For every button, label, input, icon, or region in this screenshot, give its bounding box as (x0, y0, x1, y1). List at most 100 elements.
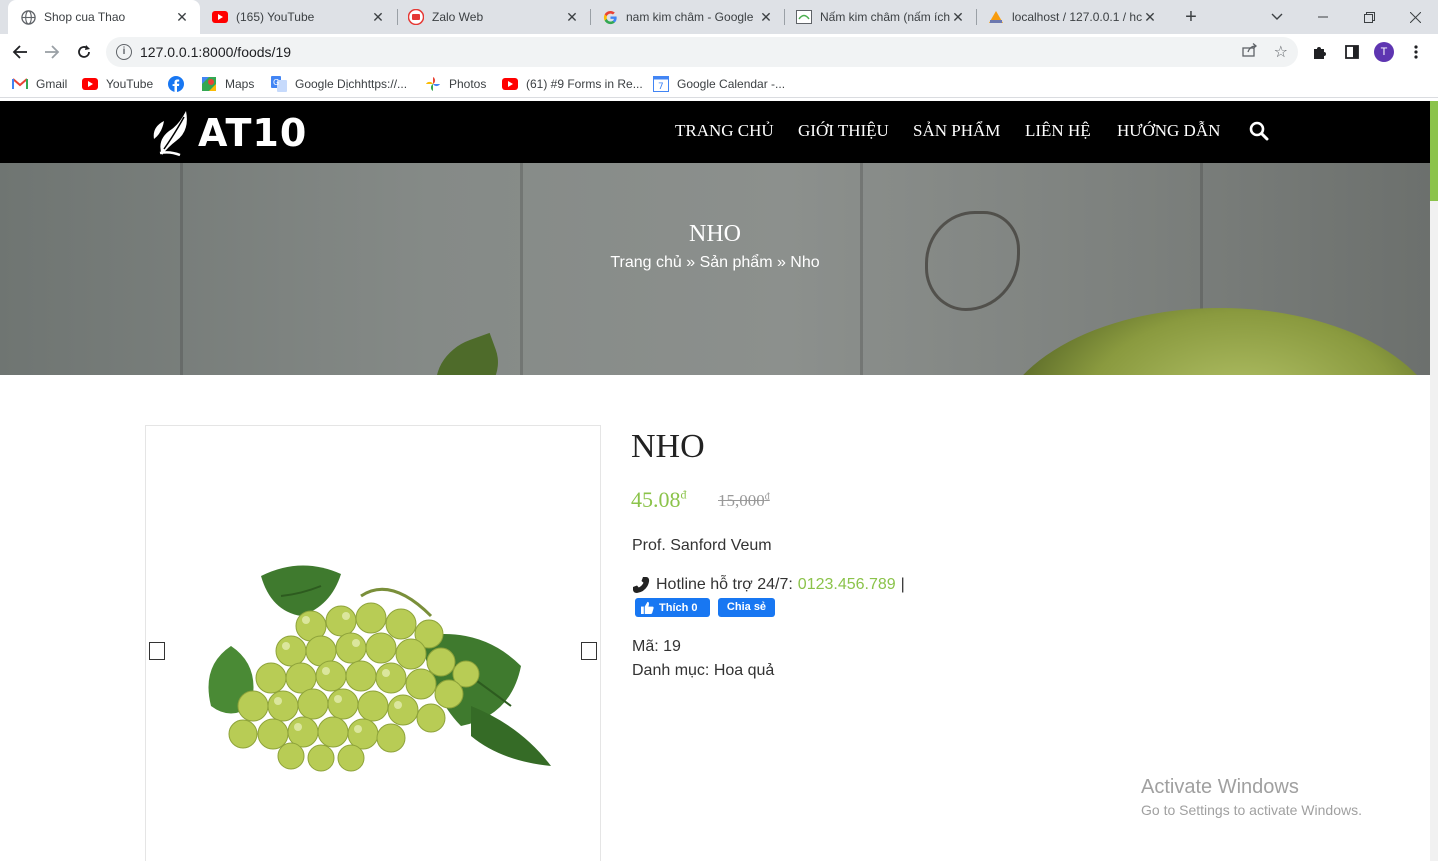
back-arrow-icon[interactable] (6, 38, 34, 66)
forward-arrow-icon[interactable] (38, 38, 66, 66)
address-bar[interactable]: i 127.0.0.1:8000/foods/19 ☆ (106, 37, 1298, 67)
grapes-product-image (208, 565, 551, 772)
browser-tab-bar: Shop cua Thao ✕ (165) YouTube ✕ Zalo Web… (0, 0, 1438, 34)
bookmark-label: Google Dịchhttps://... (295, 77, 408, 91)
restore-icon[interactable] (1346, 0, 1392, 34)
close-icon[interactable]: ✕ (564, 9, 580, 26)
product-author: Prof. Sanford Veum (632, 537, 772, 554)
phpmyadmin-icon (988, 9, 1004, 25)
nav-lien-he[interactable]: LIÊN HỆ (1025, 121, 1091, 141)
tab-nam-kim-cham[interactable]: Nấm kim châm (nấm ích ✕ (784, 0, 976, 34)
bookmark-label: Photos (449, 77, 487, 91)
mushroom-site-icon (796, 9, 812, 25)
minimize-icon[interactable] (1300, 0, 1346, 34)
close-icon[interactable]: ✕ (950, 9, 966, 26)
windows-activation-title: Activate Windows (1141, 776, 1299, 798)
price-value: 45.08 (631, 487, 681, 512)
hotline-number[interactable]: 0123.456.789 (798, 576, 896, 594)
svg-text:7: 7 (658, 82, 664, 92)
tab-search-chevron-icon[interactable] (1254, 0, 1300, 34)
hotline-label: Hotline hỗ trợ 24/7: (656, 576, 793, 593)
kebab-menu-icon[interactable] (1406, 42, 1426, 62)
tab-title: localhost / 127.0.0.1 / hc (1012, 10, 1142, 24)
bookmark-google-translate[interactable]: G Google Dịchhttps://... (271, 76, 407, 92)
nav-trang-chu[interactable]: TRANG CHỦ (675, 121, 774, 141)
share-icon[interactable] (1242, 43, 1258, 60)
bookmarks-bar: Gmail YouTube Maps G Google Dịchhttps://… (0, 70, 1438, 98)
extensions-puzzle-icon[interactable] (1310, 42, 1330, 62)
close-icon[interactable]: ✕ (1142, 9, 1158, 26)
nav-gioi-thieu[interactable]: GIỚI THIỆU (798, 121, 889, 141)
url-text[interactable]: 127.0.0.1:8000/foods/19 (140, 44, 291, 60)
google-icon (602, 9, 618, 25)
bookmark-label: (61) #9 Forms in Re... (526, 77, 643, 91)
bookmark-google-calendar[interactable]: 7 Google Calendar -... (653, 76, 785, 92)
search-icon[interactable] (1249, 121, 1269, 141)
bookmark-youtube[interactable]: YouTube (82, 76, 153, 92)
slider-next-button[interactable] (581, 642, 597, 660)
tab-title: (165) YouTube (236, 10, 315, 24)
product-code: Mã: 19 (632, 638, 681, 655)
bookmark-label: Gmail (36, 77, 68, 91)
globe-icon (20, 9, 36, 25)
product-name: NHO (631, 428, 705, 465)
browser-toolbar: i 127.0.0.1:8000/foods/19 ☆ T (0, 34, 1438, 70)
hotline: Hotline hỗ trợ 24/7: 0123.456.789 | (632, 576, 905, 594)
close-icon[interactable]: ✕ (758, 9, 774, 26)
bookmark-label: Maps (225, 77, 255, 91)
gmail-icon (12, 76, 28, 92)
product-category[interactable]: Danh mục: Hoa quả (632, 662, 774, 680)
maps-icon (201, 76, 217, 92)
logo-text: AT10 (198, 111, 308, 155)
facebook-icon (168, 76, 184, 92)
svg-text:G: G (273, 78, 279, 87)
tab-title: Zalo Web (432, 10, 484, 24)
tab-google-search[interactable]: nam kim châm - Google ✕ (590, 0, 784, 34)
bookmark-maps[interactable]: Maps (201, 76, 254, 92)
bookmark-forms-video[interactable]: (61) #9 Forms in Re... (502, 76, 643, 92)
close-icon[interactable]: ✕ (370, 9, 386, 26)
youtube-icon (502, 76, 518, 92)
hotline-separator: | (900, 576, 905, 593)
page-scrollbar[interactable] (1430, 201, 1438, 861)
phone-icon (633, 577, 650, 593)
tab-zalo-web[interactable]: Zalo Web ✕ (396, 0, 590, 34)
tab-phpmyadmin[interactable]: localhost / 127.0.0.1 / hc ✕ (976, 0, 1168, 34)
like-label: Thích 0 (659, 601, 698, 614)
tab-title: nam kim châm - Google (626, 10, 754, 24)
youtube-icon (212, 9, 228, 25)
leaf-logo-icon (153, 111, 187, 157)
product-old-price: 15,000đ (718, 491, 770, 511)
side-panel-icon[interactable] (1342, 42, 1362, 62)
tab-youtube[interactable]: (165) YouTube ✕ (200, 0, 396, 34)
bookmark-label: Google Calendar -... (677, 77, 786, 91)
tab-title: Nấm kim châm (nấm ích (820, 10, 950, 24)
bookmark-photos[interactable]: Photos (425, 76, 486, 92)
bookmark-facebook[interactable] (168, 76, 192, 92)
facebook-like-button[interactable]: Thích 0 (635, 598, 710, 617)
site-header: AT10 TRANG CHỦ GIỚI THIỆU SẢN PHẨM LIÊN … (0, 101, 1430, 163)
currency-symbol: đ (764, 491, 770, 503)
nav-huong-dan[interactable]: HƯỚNG DẪN (1117, 121, 1220, 141)
product-image-slider (145, 425, 601, 861)
bookmark-gmail[interactable]: Gmail (12, 76, 67, 92)
close-icon[interactable]: ✕ (174, 9, 190, 26)
bookmark-label: YouTube (106, 77, 154, 91)
profile-avatar[interactable]: T (1374, 42, 1394, 62)
nav-san-pham[interactable]: SẢN PHẨM (913, 121, 1000, 141)
site-info-icon[interactable]: i (116, 44, 132, 60)
breadcrumb[interactable]: Trang chủ » Sản phẩm » Nho (0, 254, 1430, 272)
slider-prev-button[interactable] (149, 642, 165, 660)
new-tab-icon[interactable]: + (1180, 6, 1202, 28)
scrollbar-accent (1430, 101, 1438, 201)
thumbs-up-icon (641, 601, 654, 614)
hero-title: NHO (689, 221, 741, 247)
bookmark-star-icon[interactable]: ☆ (1274, 42, 1288, 62)
lime-decoration (995, 308, 1430, 375)
site-logo[interactable]: AT10 (150, 109, 307, 157)
facebook-share-button[interactable]: Chia sẻ (718, 598, 775, 617)
tab-shop-cua-thao[interactable]: Shop cua Thao ✕ (8, 0, 200, 34)
window-close-icon[interactable] (1392, 0, 1438, 34)
product-price: 45.08đ (631, 487, 687, 513)
reload-icon[interactable] (70, 38, 98, 66)
